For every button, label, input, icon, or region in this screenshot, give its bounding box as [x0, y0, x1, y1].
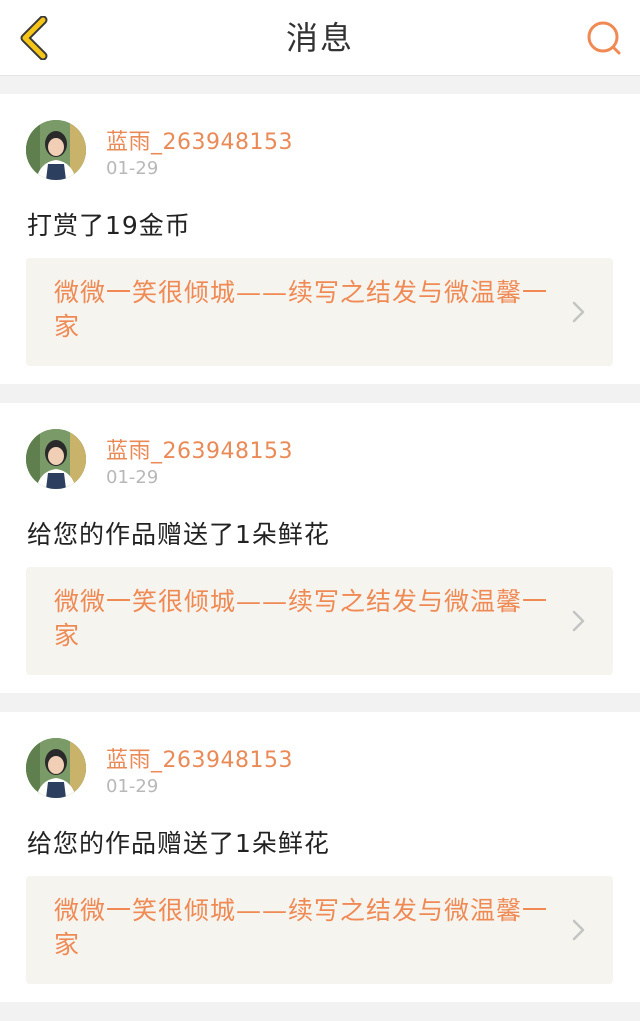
top-bar: 消息 — [0, 0, 640, 76]
username[interactable]: 蓝雨_263948153 — [106, 742, 293, 774]
message-text: 给您的作品赠送了1朵鲜花 — [27, 829, 330, 858]
message-card: 蓝雨_263948153 01-29 给您的作品赠送了1朵鲜花 微微一笑很倾城—… — [0, 712, 640, 1002]
work-title: 微微一笑很倾城——续写之结发与微温馨一家 — [54, 587, 549, 650]
work-title: 微微一笑很倾城——续写之结发与微温馨一家 — [54, 278, 549, 341]
search-icon — [587, 21, 621, 55]
message-date: 01-29 — [106, 158, 159, 179]
work-link[interactable]: 微微一笑很倾城——续写之结发与微温馨一家 — [26, 876, 613, 984]
message-text: 给您的作品赠送了1朵鲜花 — [27, 520, 330, 549]
message-date: 01-29 — [106, 776, 159, 797]
message-date: 01-29 — [106, 467, 159, 488]
chevron-right-icon — [572, 301, 585, 323]
avatar[interactable] — [26, 429, 86, 489]
chevron-right-icon — [572, 919, 585, 941]
avatar[interactable] — [26, 738, 86, 798]
work-link[interactable]: 微微一笑很倾城——续写之结发与微温馨一家 — [26, 258, 613, 366]
message-text: 打赏了19金币 — [27, 211, 191, 240]
search-button[interactable] — [584, 18, 624, 58]
username[interactable]: 蓝雨_263948153 — [106, 433, 293, 465]
work-link[interactable]: 微微一笑很倾城——续写之结发与微温馨一家 — [26, 567, 613, 675]
chevron-right-icon — [572, 610, 585, 632]
page-title: 消息 — [285, 19, 354, 57]
message-card: 蓝雨_263948153 01-29 给您的作品赠送了1朵鲜花 微微一笑很倾城—… — [0, 403, 640, 693]
message-list: 蓝雨_263948153 01-29 打赏了19金币 微微一笑很倾城——续写之结… — [0, 94, 640, 1021]
username[interactable]: 蓝雨_263948153 — [106, 124, 293, 156]
avatar[interactable] — [26, 120, 86, 180]
message-card: 蓝雨_263948153 01-29 打赏了19金币 微微一笑很倾城——续写之结… — [0, 94, 640, 384]
work-title: 微微一笑很倾城——续写之结发与微温馨一家 — [54, 896, 549, 959]
